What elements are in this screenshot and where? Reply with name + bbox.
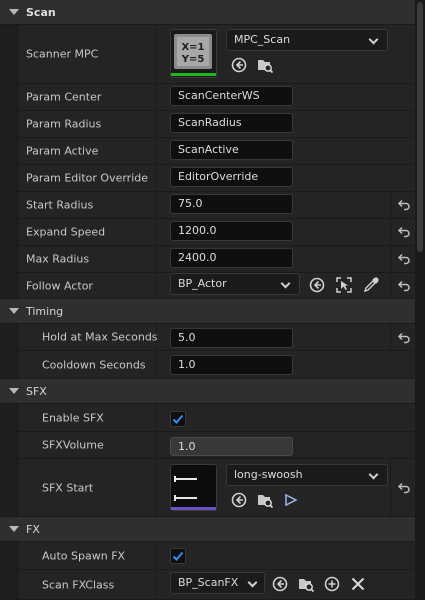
checkmark-icon — [172, 551, 184, 561]
property-label: Auto Spawn FX — [42, 549, 126, 562]
clear-icon[interactable] — [349, 575, 367, 593]
reset-to-default-icon[interactable] — [397, 226, 411, 238]
param-radius-input[interactable]: ScanRadius — [170, 113, 293, 133]
use-selected-arrow-icon[interactable] — [271, 575, 289, 593]
param-editor-override-input[interactable]: EditorOverride — [170, 167, 293, 187]
scrollbar-thumb[interactable] — [417, 2, 423, 252]
property-label: Max Radius — [26, 252, 90, 266]
expand-speed-input[interactable]: 1200.0 — [170, 221, 293, 241]
follow-actor-picker[interactable]: BP_Actor — [170, 273, 300, 295]
property-label: Param Center — [26, 90, 102, 104]
property-row-follow-actor: Follow Actor BP_Actor — [0, 273, 415, 299]
use-selected-arrow-icon[interactable] — [308, 276, 326, 294]
select-actor-icon[interactable] — [335, 276, 353, 294]
property-row-start-radius: Start Radius 75.0 — [0, 192, 415, 219]
chevron-down-icon — [368, 34, 379, 45]
property-label: Scan FXClass — [42, 578, 115, 591]
actor-name: BP_Actor — [178, 277, 227, 290]
collapse-arrow-icon[interactable] — [9, 308, 19, 314]
property-row-enable-sfx: Enable SFX — [0, 404, 415, 432]
category-sfx[interactable]: SFX — [0, 379, 415, 404]
hold-at-max-input[interactable]: 5.0 — [170, 328, 293, 348]
property-label: SFX Start — [42, 481, 94, 494]
thumb-text-y: Y=5 — [181, 54, 205, 65]
property-label: SFXVolume — [42, 438, 104, 452]
property-row-sfx-start: SFX Start long-swoosh — [0, 459, 415, 517]
category-scan-label: Scan — [26, 5, 56, 19]
property-label: Param Radius — [26, 117, 102, 131]
param-center-input[interactable]: ScanCenterWS — [170, 86, 293, 106]
asset-name: MPC_Scan — [234, 33, 291, 46]
property-row-param-center: Param Center ScanCenterWS — [0, 84, 415, 111]
reset-to-default-icon[interactable] — [397, 199, 411, 211]
property-label: Cooldown Seconds — [42, 358, 146, 371]
collapse-arrow-icon[interactable] — [9, 388, 19, 394]
eyedropper-icon[interactable] — [362, 276, 380, 294]
sfx-start-asset-picker[interactable]: long-swoosh — [226, 464, 388, 486]
chevron-down-icon — [368, 469, 379, 480]
material-parameter-collection-icon: X=1 Y=5 — [171, 34, 216, 76]
reset-to-default-icon[interactable] — [397, 482, 411, 494]
asset-name: long-swoosh — [234, 468, 303, 481]
property-row-hold-at-max: Hold at Max Seconds 5.0 — [0, 324, 415, 351]
category-sfx-label: SFX — [26, 384, 47, 398]
category-timing-label: Timing — [26, 304, 64, 318]
property-label: Param Active — [26, 144, 99, 158]
category-scan[interactable]: Scan — [0, 0, 415, 25]
property-row-scan-fx-class: Scan FXClass BP_ScanFX — [0, 570, 415, 600]
add-icon[interactable] — [323, 575, 341, 593]
cooldown-input[interactable]: 1.0 — [170, 355, 293, 375]
category-fx-label: FX — [26, 522, 40, 536]
auto-spawn-fx-checkbox[interactable] — [170, 548, 186, 564]
scanner-mpc-asset-picker[interactable]: MPC_Scan — [226, 29, 388, 51]
details-panel: Scan Scanner MPC X=1 Y=5 MPC_Scan Param … — [0, 0, 415, 600]
property-label: Follow Actor — [26, 279, 93, 292]
property-label: Expand Speed — [26, 225, 106, 239]
collapse-arrow-icon[interactable] — [9, 526, 19, 532]
category-timing[interactable]: Timing — [0, 299, 415, 324]
property-label: Scanner MPC — [26, 47, 99, 61]
use-selected-arrow-icon[interactable] — [230, 491, 248, 509]
property-row-auto-spawn-fx: Auto Spawn FX — [0, 542, 415, 570]
property-row-param-active: Param Active ScanActive — [0, 138, 415, 165]
property-row-sfx-volume: SFXVolume 1.0 — [0, 432, 415, 459]
property-label: Hold at Max Seconds — [42, 330, 158, 344]
property-label: Start Radius — [26, 198, 94, 212]
reset-to-default-icon[interactable] — [397, 253, 411, 265]
reset-to-default-icon[interactable] — [397, 332, 411, 344]
browse-asset-icon[interactable] — [256, 56, 274, 74]
collapse-arrow-icon[interactable] — [9, 9, 19, 15]
material-thumbnail[interactable]: X=1 Y=5 — [170, 29, 217, 78]
start-radius-input[interactable]: 75.0 — [170, 194, 293, 214]
play-sound-icon[interactable] — [282, 491, 300, 509]
sound-wave-icon — [171, 476, 216, 510]
browse-asset-icon[interactable] — [297, 575, 315, 593]
property-row-max-radius: Max Radius 2400.0 — [0, 246, 415, 273]
enable-sfx-checkbox[interactable] — [170, 411, 186, 427]
class-name: BP_ScanFX — [178, 576, 239, 589]
scan-fx-class-picker[interactable]: BP_ScanFX — [170, 572, 265, 594]
reset-to-default-icon[interactable] — [397, 280, 411, 292]
checkmark-icon — [172, 414, 184, 424]
property-label: Enable SFX — [42, 411, 104, 424]
sound-thumbnail[interactable] — [170, 464, 217, 511]
thumb-text-x: X=1 — [181, 42, 204, 53]
property-row-scanner-mpc: Scanner MPC X=1 Y=5 MPC_Scan — [0, 25, 415, 84]
sfx-volume-input[interactable]: 1.0 — [170, 437, 293, 456]
property-row-expand-speed: Expand Speed 1200.0 — [0, 219, 415, 246]
property-label: Param Editor Override — [26, 171, 148, 185]
category-fx[interactable]: FX — [0, 517, 415, 542]
max-radius-input[interactable]: 2400.0 — [170, 248, 293, 268]
property-row-param-radius: Param Radius ScanRadius — [0, 111, 415, 138]
property-row-param-editor-override: Param Editor Override EditorOverride — [0, 165, 415, 192]
browse-asset-icon[interactable] — [256, 491, 274, 509]
chevron-down-icon — [247, 577, 258, 588]
property-row-cooldown: Cooldown Seconds 1.0 — [0, 351, 415, 379]
param-active-input[interactable]: ScanActive — [170, 140, 293, 160]
use-selected-arrow-icon[interactable] — [230, 56, 248, 74]
chevron-down-icon — [280, 278, 291, 289]
